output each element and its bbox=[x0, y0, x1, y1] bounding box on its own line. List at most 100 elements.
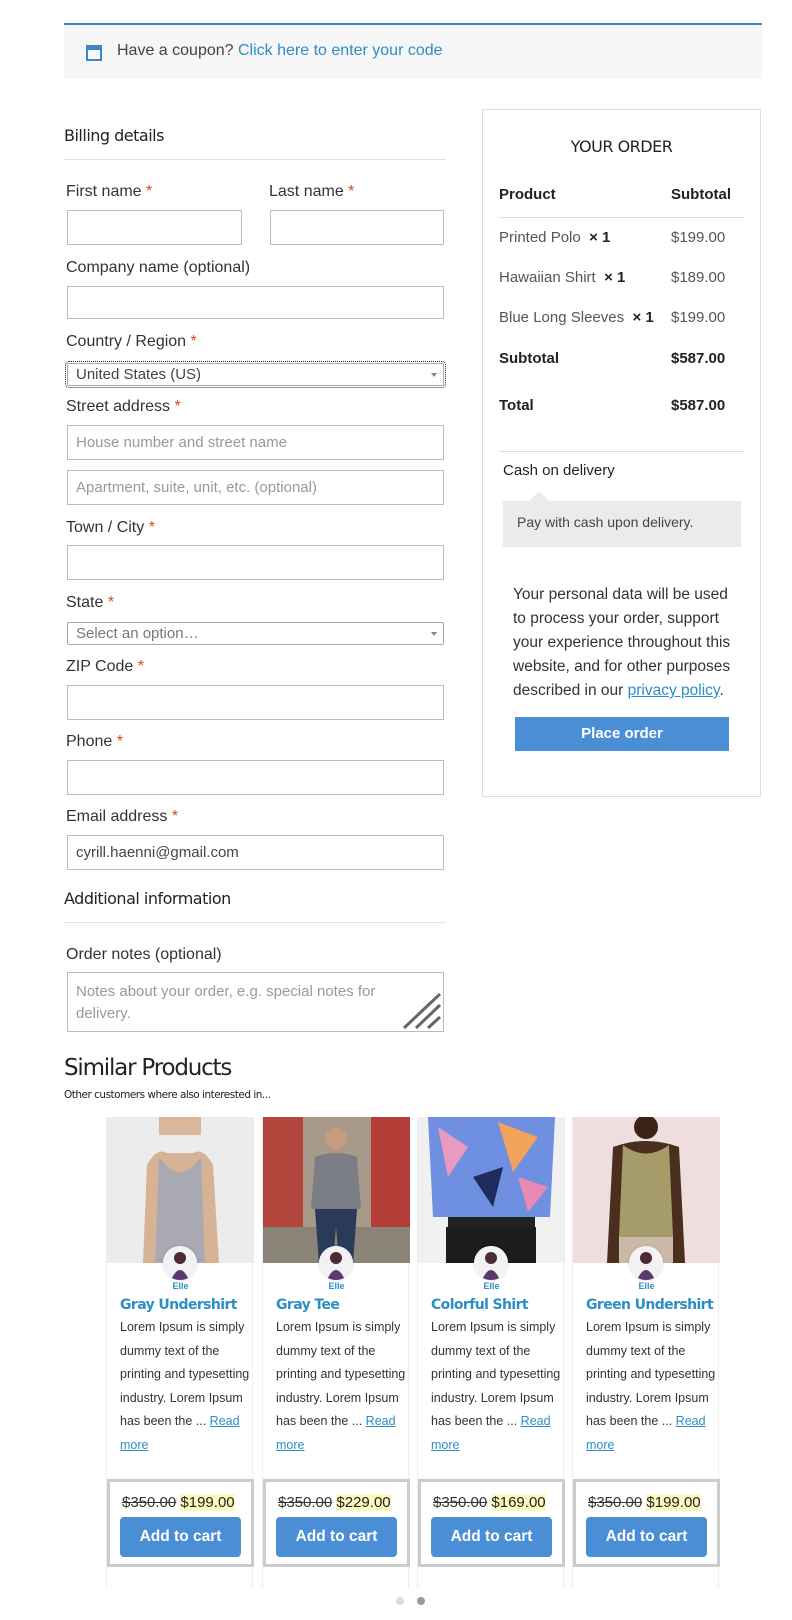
price-box: $350.00 $199.00 Add to cart bbox=[573, 1479, 720, 1567]
divider bbox=[64, 159, 446, 160]
payment-method-cod[interactable]: Cash on delivery bbox=[503, 462, 615, 479]
old-price: $350.00 bbox=[278, 1494, 333, 1511]
author-avatar[interactable] bbox=[163, 1246, 197, 1280]
street-field-2[interactable]: Apartment, suite, unit, etc. (optional) bbox=[67, 470, 444, 505]
product-title[interactable]: Gray Undershirt bbox=[120, 1297, 237, 1313]
product-description: Lorem Ipsum is simply dummy text of the … bbox=[276, 1320, 406, 1452]
sale-price: $199.00 bbox=[646, 1494, 701, 1511]
payment-description: Pay with cash upon delivery. bbox=[503, 491, 741, 547]
product-image[interactable] bbox=[418, 1117, 565, 1263]
sale-price: $169.00 bbox=[491, 1494, 546, 1511]
privacy-policy-link[interactable]: privacy policy bbox=[628, 682, 720, 699]
author-avatar[interactable] bbox=[474, 1246, 508, 1280]
product-card: Elle Colorful Shirt Lorem Ipsum is simpl… bbox=[417, 1117, 565, 1588]
similar-subtitle: Other customers where also interested in… bbox=[64, 1089, 271, 1101]
coupon-text: Have a coupon? Click here to enter your … bbox=[117, 42, 443, 59]
similar-title: Similar Products bbox=[64, 1055, 232, 1081]
author-name[interactable]: Elle bbox=[418, 1281, 565, 1291]
item-qty: × 1 bbox=[589, 229, 611, 246]
price-box: $350.00 $169.00 Add to cart bbox=[418, 1479, 565, 1567]
product-description: Lorem Ipsum is simply dummy text of the … bbox=[586, 1320, 716, 1452]
email-field[interactable]: cyrill.haenni@gmail.com bbox=[67, 835, 444, 870]
phone-label: Phone * bbox=[66, 733, 123, 750]
company-label: Company name (optional) bbox=[66, 259, 251, 276]
carousel-dot-1[interactable] bbox=[396, 1597, 404, 1605]
phone-field[interactable] bbox=[67, 760, 444, 795]
add-to-cart-button[interactable]: Add to cart bbox=[586, 1517, 707, 1557]
add-to-cart-button[interactable]: Add to cart bbox=[120, 1517, 241, 1557]
street-field-1[interactable]: House number and street name bbox=[67, 425, 444, 460]
country-label: Country / Region * bbox=[66, 333, 197, 350]
item-name: Printed Polo bbox=[499, 229, 581, 246]
sale-price: $229.00 bbox=[336, 1494, 391, 1511]
product-image[interactable] bbox=[573, 1117, 720, 1263]
city-label: Town / City * bbox=[66, 519, 155, 536]
product-description: Lorem Ipsum is simply dummy text of the … bbox=[431, 1320, 561, 1452]
price: $350.00 $199.00 bbox=[122, 1494, 235, 1511]
divider bbox=[499, 451, 745, 452]
divider bbox=[64, 922, 446, 923]
author-avatar[interactable] bbox=[629, 1246, 663, 1280]
place-order-button[interactable]: Place order bbox=[515, 717, 729, 751]
coupon-link[interactable]: Click here to enter your code bbox=[238, 42, 443, 59]
price-box: $350.00 $199.00 Add to cart bbox=[107, 1479, 254, 1567]
author-avatar[interactable] bbox=[319, 1246, 353, 1280]
resize-handle-icon[interactable] bbox=[402, 992, 442, 1030]
state-select[interactable]: Select an option… bbox=[67, 622, 444, 645]
street-label: Street address * bbox=[66, 398, 181, 415]
total-label: Total bbox=[499, 397, 534, 414]
first-name-field[interactable] bbox=[67, 210, 242, 245]
order-notes-field[interactable]: Notes about your order, e.g. special not… bbox=[67, 972, 444, 1032]
order-item-row: Printed Polo × 1 $199.00 bbox=[499, 229, 745, 246]
calendar-icon bbox=[86, 45, 102, 61]
sale-price: $199.00 bbox=[180, 1494, 235, 1511]
product-title[interactable]: Gray Tee bbox=[276, 1297, 340, 1313]
author-name[interactable]: Elle bbox=[107, 1281, 254, 1291]
item-qty: × 1 bbox=[632, 309, 654, 326]
state-label: State * bbox=[66, 594, 115, 611]
order-notes-label: Order notes (optional) bbox=[66, 946, 222, 963]
product-title[interactable]: Colorful Shirt bbox=[431, 1297, 529, 1313]
total-value: $587.00 bbox=[671, 397, 726, 414]
author-name[interactable]: Elle bbox=[263, 1281, 410, 1291]
subtotal-value: $587.00 bbox=[671, 350, 726, 367]
chevron-down-icon bbox=[431, 373, 437, 377]
privacy-notice: Your personal data will be used to proce… bbox=[513, 586, 731, 699]
chevron-down-icon bbox=[431, 632, 437, 636]
old-price: $350.00 bbox=[433, 1494, 488, 1511]
product-title[interactable]: Green Undershirt bbox=[586, 1297, 714, 1313]
product-description: Lorem Ipsum is simply dummy text of the … bbox=[120, 1320, 250, 1452]
zip-label: ZIP Code * bbox=[66, 658, 144, 675]
last-name-label: Last name * bbox=[269, 183, 355, 200]
old-price: $350.00 bbox=[588, 1494, 643, 1511]
country-select[interactable]: United States (US) bbox=[65, 361, 446, 388]
additional-info-title: Additional information bbox=[64, 889, 231, 908]
price: $350.00 $229.00 bbox=[278, 1494, 391, 1511]
col-product: Product bbox=[499, 186, 556, 203]
item-price: $199.00 bbox=[671, 229, 726, 246]
product-image[interactable] bbox=[107, 1117, 254, 1263]
total-row: Total $587.00 bbox=[499, 397, 745, 414]
col-subtotal: Subtotal bbox=[671, 186, 731, 203]
last-name-field[interactable] bbox=[270, 210, 444, 245]
subtotal-row: Subtotal $587.00 bbox=[499, 350, 745, 367]
item-name: Hawaiian Shirt bbox=[499, 269, 596, 286]
add-to-cart-button[interactable]: Add to cart bbox=[276, 1517, 397, 1557]
product-card: Elle Gray Undershirt Lorem Ipsum is simp… bbox=[106, 1117, 254, 1588]
order-title: YOUR ORDER bbox=[570, 137, 673, 156]
order-header-row: Product Subtotal bbox=[499, 186, 745, 203]
coupon-notice: Have a coupon? Click here to enter your … bbox=[64, 23, 762, 79]
city-field[interactable] bbox=[67, 545, 444, 580]
add-to-cart-button[interactable]: Add to cart bbox=[431, 1517, 552, 1557]
company-field[interactable] bbox=[67, 286, 444, 319]
first-name-label: First name * bbox=[66, 183, 153, 200]
author-name[interactable]: Elle bbox=[573, 1281, 720, 1291]
item-name: Blue Long Sleeves bbox=[499, 309, 625, 326]
product-image[interactable] bbox=[263, 1117, 410, 1263]
price: $350.00 $199.00 bbox=[588, 1494, 701, 1511]
product-card: Elle Gray Tee Lorem Ipsum is simply dumm… bbox=[262, 1117, 410, 1588]
order-item-row: Hawaiian Shirt × 1 $189.00 bbox=[499, 269, 745, 286]
carousel-dot-2[interactable] bbox=[417, 1597, 425, 1605]
order-review: YOUR ORDER Product Subtotal Printed Polo… bbox=[482, 109, 761, 797]
zip-field[interactable] bbox=[67, 685, 444, 720]
